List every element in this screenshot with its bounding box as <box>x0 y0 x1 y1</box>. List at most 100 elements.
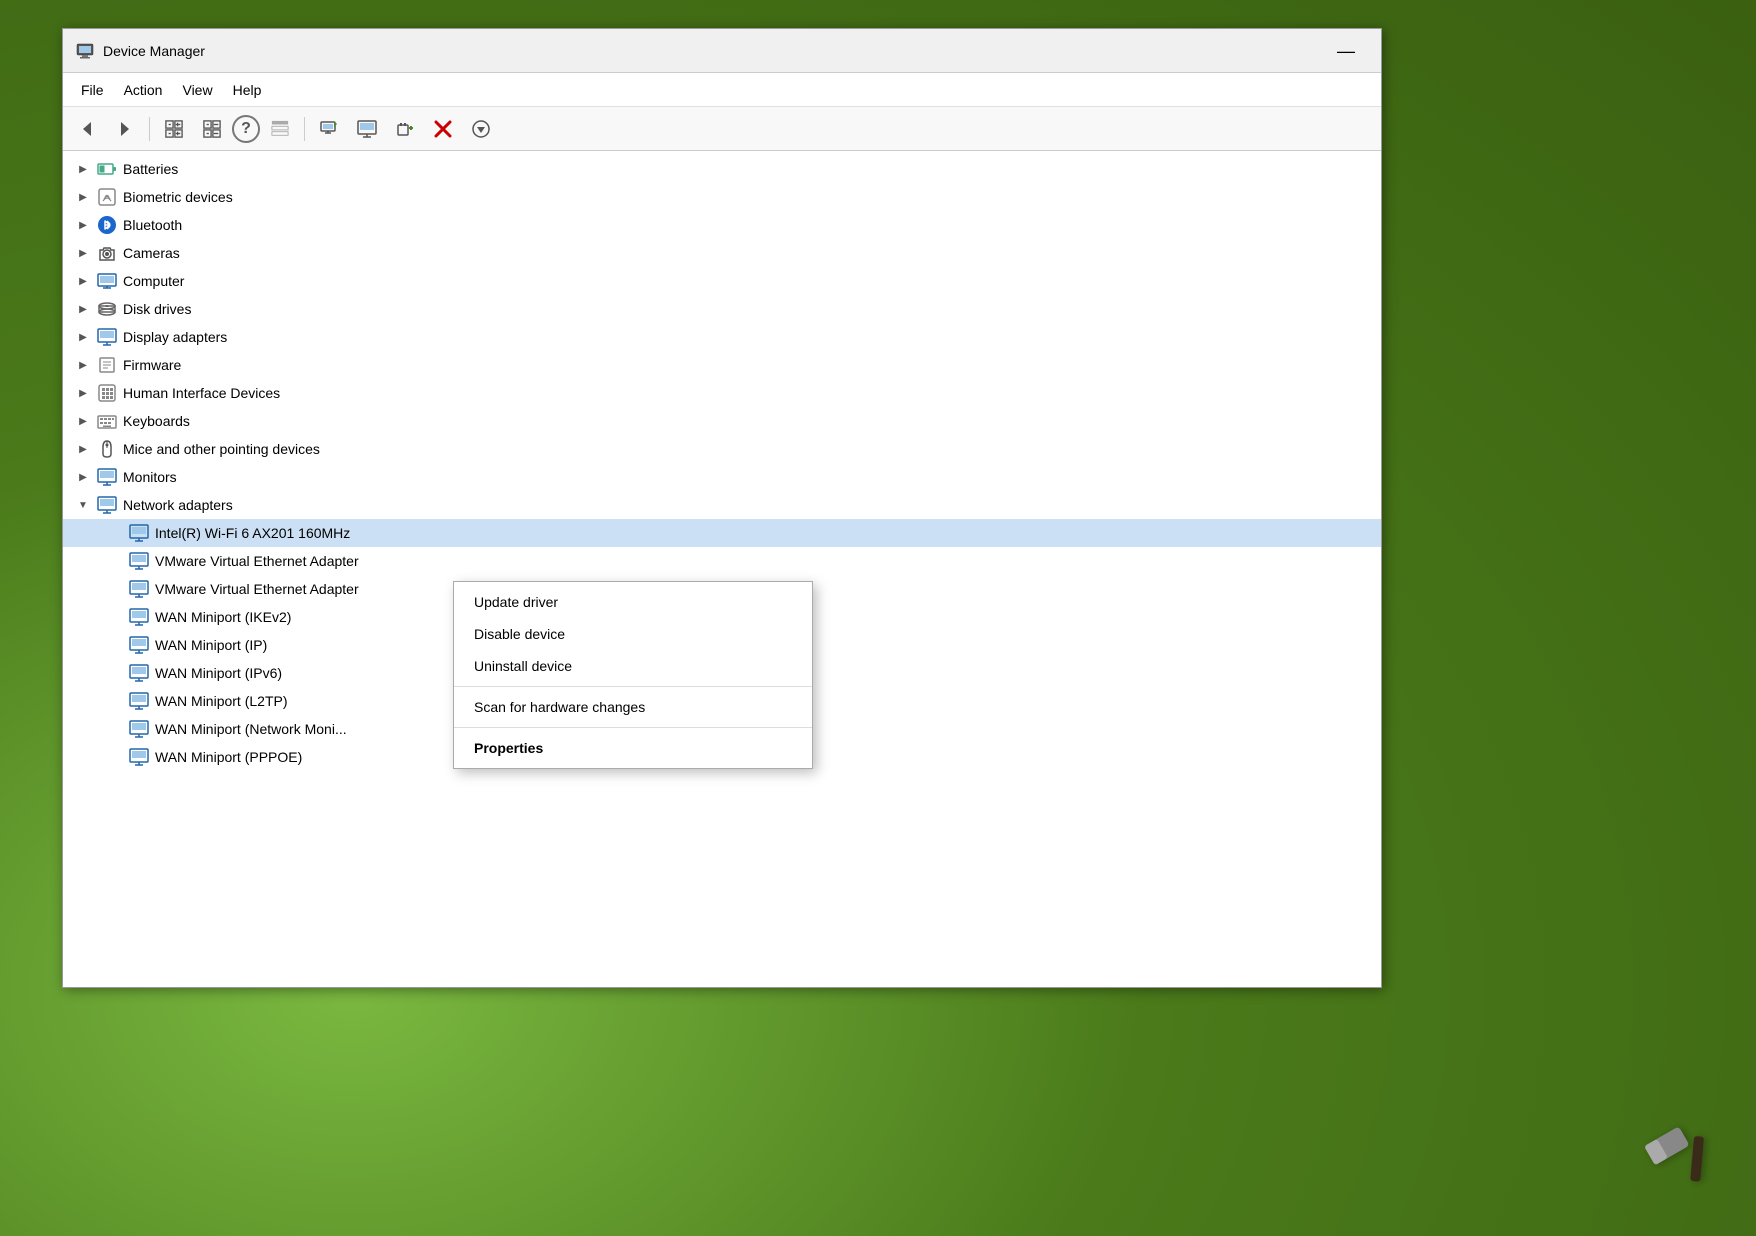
hid-icon <box>97 383 117 403</box>
collapse-button[interactable] <box>194 113 230 145</box>
tree-item-disk[interactable]: ▶ Disk drives <box>63 295 1381 323</box>
expander-display[interactable]: ▶ <box>75 329 91 345</box>
expander-keyboards[interactable]: ▶ <box>75 413 91 429</box>
disk-icon <box>97 299 117 319</box>
wan-ikev2-label: WAN Miniport (IKEv2) <box>155 609 291 625</box>
expander-firmware[interactable]: ▶ <box>75 357 91 373</box>
disk-label: Disk drives <box>123 301 191 317</box>
tree-item-keyboards[interactable]: ▶ Keyboards <box>63 407 1381 435</box>
expander-hid[interactable]: ▶ <box>75 385 91 401</box>
expander-network[interactable]: ▼ <box>75 497 91 513</box>
vmware1-label: VMware Virtual Ethernet Adapter <box>155 553 359 569</box>
mouse-icon <box>97 439 117 459</box>
vmware2-label: VMware Virtual Ethernet Adapter <box>155 581 359 597</box>
wan-ip-label: WAN Miniport (IP) <box>155 637 267 653</box>
tree-item-vmware1[interactable]: ▶ VMware Virtual Ethernet Adapter <box>63 547 1381 575</box>
expander-mice[interactable]: ▶ <box>75 441 91 457</box>
scan-hardware-button[interactable] <box>463 113 499 145</box>
menu-help[interactable]: Help <box>223 78 272 102</box>
wan-pppoe-icon <box>129 747 149 767</box>
monitors-label: Monitors <box>123 469 177 485</box>
bluetooth-label: Bluetooth <box>123 217 182 233</box>
context-menu: Update driver Disable device Uninstall d… <box>453 581 813 769</box>
keyboard-icon <box>97 411 117 431</box>
wan-ikev2-icon <box>129 607 149 627</box>
expander-monitors[interactable]: ▶ <box>75 469 91 485</box>
biometric-icon <box>97 187 117 207</box>
context-menu-sep-1 <box>454 686 812 687</box>
menu-file[interactable]: File <box>71 78 114 102</box>
battery-icon <box>97 159 117 179</box>
device-manager-window: Device Manager — File Action View Help <box>62 28 1382 988</box>
back-button[interactable] <box>69 113 105 145</box>
window-icon <box>75 41 95 61</box>
tree-item-bluetooth[interactable]: ▶ Bluetooth <box>63 211 1381 239</box>
tree-item-computer[interactable]: ▶ Computer <box>63 267 1381 295</box>
update-driver-toolbar-button[interactable] <box>311 113 347 145</box>
window-title: Device Manager <box>103 43 1323 59</box>
computer-label: Computer <box>123 273 184 289</box>
tree-item-monitors[interactable]: ▶ Monitors <box>63 463 1381 491</box>
context-menu-scan-hardware[interactable]: Scan for hardware changes <box>454 691 812 723</box>
tree-item-display[interactable]: ▶ Display adapters <box>63 323 1381 351</box>
expander-bluetooth[interactable]: ▶ <box>75 217 91 233</box>
wan-ip-icon <box>129 635 149 655</box>
tree-item-firmware[interactable]: ▶ Firmware <box>63 351 1381 379</box>
monitor-button[interactable] <box>349 113 385 145</box>
menu-action[interactable]: Action <box>114 78 173 102</box>
display-icon <box>97 327 117 347</box>
context-menu-update-driver[interactable]: Update driver <box>454 586 812 618</box>
wifi-label: Intel(R) Wi-Fi 6 AX201 160MHz <box>155 525 350 541</box>
toolbar: ? <box>63 107 1381 151</box>
display-label: Display adapters <box>123 329 227 345</box>
tree-item-network[interactable]: ▼ Network adapters <box>63 491 1381 519</box>
minimize-button[interactable]: — <box>1323 36 1369 66</box>
batteries-label: Batteries <box>123 161 178 177</box>
firmware-label: Firmware <box>123 357 181 373</box>
menu-view[interactable]: View <box>172 78 222 102</box>
wan-netmon-icon <box>129 719 149 739</box>
toolbar-sep-1 <box>149 117 150 141</box>
biometric-label: Biometric devices <box>123 189 233 205</box>
add-device-button[interactable] <box>387 113 423 145</box>
context-menu-properties[interactable]: Properties <box>454 732 812 764</box>
network-label: Network adapters <box>123 497 233 513</box>
context-menu-uninstall-device[interactable]: Uninstall device <box>454 650 812 682</box>
vmware2-icon <box>129 579 149 599</box>
toolbar-sep-2 <box>304 117 305 141</box>
details-button[interactable] <box>262 113 298 145</box>
tree-item-cameras[interactable]: ▶ Cameras <box>63 239 1381 267</box>
tree-item-wifi[interactable]: ▶ Intel(R) Wi-Fi 6 AX201 160MHz <box>63 519 1381 547</box>
cameras-label: Cameras <box>123 245 180 261</box>
wan-pppoe-label: WAN Miniport (PPPOE) <box>155 749 302 765</box>
wan-ipv6-label: WAN Miniport (IPv6) <box>155 665 282 681</box>
context-menu-sep-2 <box>454 727 812 728</box>
title-bar: Device Manager — <box>63 29 1381 73</box>
mice-label: Mice and other pointing devices <box>123 441 320 457</box>
keyboards-label: Keyboards <box>123 413 190 429</box>
expander-biometric[interactable]: ▶ <box>75 189 91 205</box>
wan-ipv6-icon <box>129 663 149 683</box>
expand-button[interactable] <box>156 113 192 145</box>
forward-button[interactable] <box>107 113 143 145</box>
remove-device-button[interactable] <box>425 113 461 145</box>
context-menu-disable-device[interactable]: Disable device <box>454 618 812 650</box>
bluetooth-icon <box>97 215 117 235</box>
expander-disk[interactable]: ▶ <box>75 301 91 317</box>
computer-icon <box>97 271 117 291</box>
wan-l2tp-label: WAN Miniport (L2TP) <box>155 693 288 709</box>
properties-button[interactable]: ? <box>232 115 260 143</box>
wan-l2tp-icon <box>129 691 149 711</box>
expander-cameras[interactable]: ▶ <box>75 245 91 261</box>
tree-item-biometric[interactable]: ▶ Biometric devices <box>63 183 1381 211</box>
title-bar-controls: — <box>1323 36 1369 66</box>
tree-item-batteries[interactable]: ▶ Batteries <box>63 155 1381 183</box>
tree-item-hid[interactable]: ▶ Human Interface Devi <box>63 379 1381 407</box>
menu-bar: File Action View Help <box>63 73 1381 107</box>
wifi-icon <box>129 523 149 543</box>
expander-computer[interactable]: ▶ <box>75 273 91 289</box>
expander-batteries[interactable]: ▶ <box>75 161 91 177</box>
wan-netmon-label: WAN Miniport (Network Moni... <box>155 721 347 737</box>
monitor-icon <box>97 467 117 487</box>
tree-item-mice[interactable]: ▶ Mice and other pointing devices <box>63 435 1381 463</box>
